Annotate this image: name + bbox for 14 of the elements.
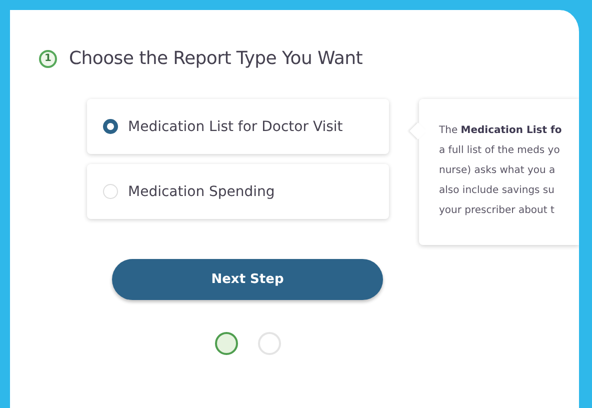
info-text-line: also include savings su — [439, 184, 556, 198]
info-text-line: a full list of the meds yo — [439, 144, 561, 158]
section-heading: Choose the Report Type You Want — [69, 48, 362, 69]
info-text-line: The Medication List fo — [439, 124, 563, 138]
option-label: Medication List for Doctor Visit — [128, 118, 343, 134]
info-text-line: your prescriber about t — [439, 204, 556, 218]
radio-button[interactable] — [103, 119, 118, 134]
step-number: 1 — [39, 50, 57, 68]
report-type-option[interactable]: Medication List for Doctor Visit — [87, 99, 389, 154]
option-label: Medication Spending — [128, 184, 275, 200]
step-indicator-dot[interactable] — [215, 332, 238, 355]
info-text-line: nurse) asks what you a — [439, 164, 556, 178]
report-type-option[interactable]: Medication Spending — [87, 164, 389, 219]
next-step-button[interactable]: Next Step — [112, 259, 383, 300]
